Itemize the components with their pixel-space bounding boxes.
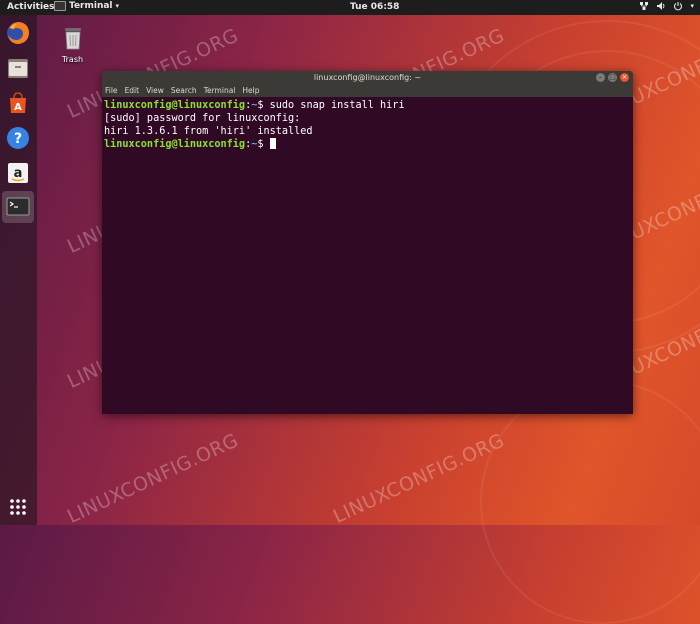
menu-search[interactable]: Search xyxy=(171,85,197,97)
software-center-icon[interactable]: A xyxy=(4,89,32,117)
trash-icon xyxy=(64,28,81,50)
system-tray[interactable]: ▾ xyxy=(639,1,694,11)
window-title: linuxconfig@linuxconfig: ~ xyxy=(313,73,422,82)
trash-label: Trash xyxy=(61,55,84,64)
svg-text:?: ? xyxy=(14,131,22,147)
terminal-line: linuxconfig@linuxconfig:~$ xyxy=(104,138,631,151)
window-title-bar[interactable]: linuxconfig@linuxconfig: ~ – □ × xyxy=(102,71,633,85)
menu-view[interactable]: View xyxy=(146,85,164,97)
terminal-window[interactable]: linuxconfig@linuxconfig: ~ – □ × File Ed… xyxy=(102,71,633,414)
help-icon[interactable]: ? xyxy=(4,124,32,152)
svg-text:A: A xyxy=(14,102,22,113)
terminal-output[interactable]: linuxconfig@linuxconfig:~$ sudo snap ins… xyxy=(102,97,633,153)
terminal-line: [sudo] password for linuxconfig: xyxy=(104,113,301,124)
files-icon[interactable] xyxy=(4,54,32,82)
app-menu[interactable]: Terminal ▾ xyxy=(54,1,119,11)
prompt-user: linuxconfig@linuxconfig xyxy=(104,139,246,150)
chevron-down-icon: ▾ xyxy=(115,2,120,10)
terminal-line: hiri 1.3.6.1 from 'hiri' installed xyxy=(104,126,313,137)
close-icon[interactable]: × xyxy=(620,73,629,82)
svg-text:a: a xyxy=(14,166,23,181)
volume-icon xyxy=(657,2,665,10)
menu-file[interactable]: File xyxy=(105,85,118,97)
menu-help[interactable]: Help xyxy=(242,85,259,97)
terminal-icon[interactable] xyxy=(2,191,34,223)
prompt-user: linuxconfig@linuxconfig xyxy=(104,100,246,111)
window-controls: – □ × xyxy=(596,73,629,82)
clock[interactable]: Tue 06:58 xyxy=(350,2,399,12)
show-applications-icon[interactable] xyxy=(4,493,32,521)
power-icon xyxy=(674,2,683,11)
command-text: sudo snap install hiri xyxy=(269,100,405,111)
minimize-icon[interactable]: – xyxy=(596,73,605,82)
chevron-down-icon: ▾ xyxy=(690,2,694,10)
trash-desktop-icon[interactable]: Trash xyxy=(55,25,90,64)
menu-bar: File Edit View Search Terminal Help xyxy=(102,85,633,97)
dock: A ? a xyxy=(0,15,37,525)
terminal-line: linuxconfig@linuxconfig:~$ sudo snap ins… xyxy=(104,100,405,111)
watermark-text: LINUXCONFIG.ORG xyxy=(64,429,242,528)
text-cursor xyxy=(269,138,276,149)
menu-terminal[interactable]: Terminal xyxy=(204,85,236,97)
network-icon xyxy=(640,2,649,10)
activities-button[interactable]: Activities xyxy=(7,2,55,12)
firefox-icon[interactable] xyxy=(4,19,32,47)
terminal-icon xyxy=(54,1,66,11)
menu-edit[interactable]: Edit xyxy=(125,85,140,97)
app-menu-label: Terminal xyxy=(69,1,113,11)
maximize-icon[interactable]: □ xyxy=(608,73,617,82)
top-bar: Activities Terminal ▾ Tue 06:58 ▾ xyxy=(0,0,700,15)
amazon-icon[interactable]: a xyxy=(4,159,32,187)
